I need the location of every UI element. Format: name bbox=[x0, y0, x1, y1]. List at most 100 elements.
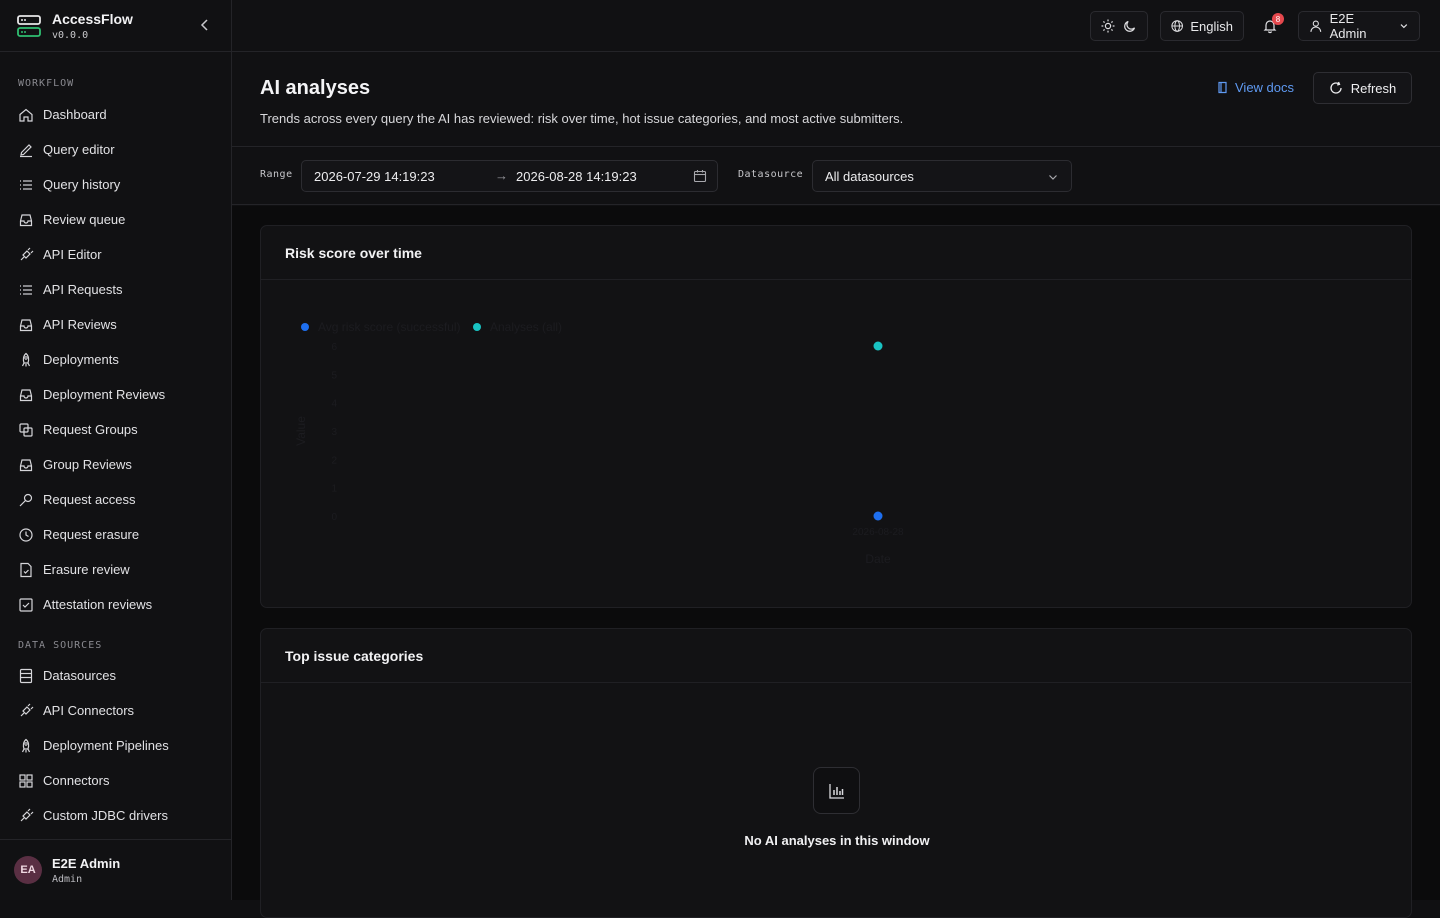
sidebar-item-label: Review queue bbox=[43, 212, 126, 227]
risk-score-card: Risk score over time Avg risk score (suc… bbox=[260, 225, 1412, 608]
checkbox-icon bbox=[19, 597, 33, 612]
sidebar-item-label: API Requests bbox=[43, 282, 123, 297]
sidebar-item-api-connectors[interactable]: API Connectors bbox=[0, 693, 231, 728]
view-docs-link[interactable]: View docs bbox=[1216, 80, 1294, 95]
sidebar-item-deployment-pipelines[interactable]: Deployment Pipelines bbox=[0, 728, 231, 763]
sidebar-item-label: API Connectors bbox=[43, 703, 135, 718]
y-axis-label: Value bbox=[294, 416, 308, 446]
sidebar-item-label: API Reviews bbox=[43, 317, 117, 332]
theme-toggle[interactable] bbox=[1090, 11, 1148, 41]
rocket-icon bbox=[21, 352, 31, 366]
page-title: AI analyses bbox=[260, 77, 371, 99]
section-label: DATA SOURCES bbox=[18, 640, 103, 651]
datasource-select[interactable]: All datasources bbox=[812, 160, 1072, 192]
sidebar-item-label: Request erasure bbox=[43, 527, 140, 542]
sidebar-item-request-groups[interactable]: Request Groups bbox=[0, 412, 231, 447]
sidebar-item-label: Custom JDBC drivers bbox=[43, 808, 168, 823]
risk-card-title: Risk score over time bbox=[261, 226, 1411, 280]
date-range-picker[interactable]: 2026-07-29 14:19:23 → 2026-08-28 14:19:2… bbox=[301, 160, 718, 192]
y-tick-label: 4 bbox=[331, 399, 337, 410]
page-header: AI analyses Trends across every query th… bbox=[232, 52, 1440, 147]
sidebar-item-group-reviews[interactable]: Group Reviews bbox=[0, 447, 231, 482]
sidebar-item-label: Erasure review bbox=[43, 562, 130, 577]
home-icon bbox=[19, 108, 33, 122]
user-name: E2E Admin bbox=[52, 855, 121, 871]
sidebar: AccessFlow v0.0.0 WORKFLOW Dashboard Query… bbox=[0, 0, 232, 900]
refresh-icon bbox=[1330, 81, 1342, 94]
user-role: Admin bbox=[52, 873, 83, 885]
pencil-icon bbox=[20, 143, 32, 157]
sidebar-item-label: Query history bbox=[43, 177, 121, 192]
sidebar-item-erasure-review[interactable]: Erasure review bbox=[0, 552, 231, 587]
sidebar-item-query-history[interactable]: Query history bbox=[0, 167, 231, 202]
globe-icon bbox=[1171, 20, 1183, 32]
book-icon bbox=[1218, 81, 1227, 94]
sidebar-item-attestation-reviews[interactable]: Attestation reviews bbox=[0, 587, 231, 622]
plug-icon bbox=[20, 247, 34, 260]
grid-icon bbox=[19, 773, 33, 788]
sun-icon[interactable] bbox=[1101, 19, 1115, 33]
sidebar-item-label: Datasources bbox=[43, 668, 116, 683]
main-content: Risk score over time Avg risk score (suc… bbox=[232, 206, 1440, 918]
datasource-label: Datasource bbox=[738, 169, 804, 180]
plug-icon bbox=[20, 808, 34, 821]
legend-marker bbox=[301, 323, 309, 331]
calendar-icon[interactable] bbox=[693, 169, 707, 183]
language-selector[interactable]: English bbox=[1160, 11, 1244, 41]
avatar: EA bbox=[14, 856, 42, 884]
topbar: English 8 E2E Admin bbox=[232, 0, 1440, 52]
list-icon bbox=[20, 284, 32, 295]
sidebar-item-api-reviews[interactable]: API Reviews bbox=[0, 307, 231, 342]
y-tick-label: 5 bbox=[331, 370, 337, 381]
inbox-icon bbox=[19, 388, 33, 401]
app-logo-icon bbox=[17, 14, 41, 37]
range-end-input[interactable]: 2026-08-28 14:19:23 bbox=[516, 169, 637, 184]
list-icon bbox=[20, 179, 32, 190]
sidebar-item-label: Deployment Pipelines bbox=[43, 738, 169, 753]
sidebar-item-label: Request access bbox=[43, 492, 136, 507]
y-tick-label: 2 bbox=[331, 455, 337, 466]
sidebar-item-review-queue[interactable]: Review queue bbox=[0, 202, 231, 237]
inbox-icon bbox=[19, 213, 33, 226]
collapse-sidebar-icon[interactable] bbox=[197, 17, 213, 33]
section-label: WORKFLOW bbox=[18, 78, 75, 89]
brand: AccessFlow v0.0.0 bbox=[0, 0, 231, 52]
sidebar-item-label: Deployment Reviews bbox=[43, 387, 166, 402]
legend-label: Analyses (all) bbox=[490, 320, 562, 334]
range-start-input[interactable]: 2026-07-29 14:19:23 bbox=[314, 169, 435, 184]
refresh-button[interactable]: Refresh bbox=[1313, 72, 1412, 104]
range-arrow-icon: → bbox=[495, 168, 508, 183]
sidebar-item-request-access[interactable]: Request access bbox=[0, 482, 231, 517]
language-label: English bbox=[1190, 18, 1233, 34]
sidebar-item-label: Query editor bbox=[43, 142, 115, 157]
plug-icon bbox=[20, 703, 34, 716]
sidebar-item-label: Request Groups bbox=[43, 422, 138, 437]
sidebar-item-label: Attestation reviews bbox=[43, 597, 153, 612]
sidebar-item-deployments[interactable]: Deployments bbox=[0, 342, 231, 377]
moon-icon[interactable] bbox=[1123, 19, 1137, 33]
view-docs-label: View docs bbox=[1235, 80, 1295, 95]
sidebar-item-query-editor[interactable]: Query editor bbox=[0, 132, 231, 167]
issues-empty-state: No AI analyses in this window bbox=[261, 683, 1411, 917]
sidebar-item-label: Deployments bbox=[43, 352, 119, 367]
risk-chart: Avg risk score (successful) Analyses (all… bbox=[261, 280, 1411, 607]
sidebar-item-connectors[interactable]: Connectors bbox=[0, 763, 231, 798]
sidebar-item-dashboard[interactable]: Dashboard bbox=[0, 97, 231, 132]
user-profile[interactable]: EA E2E Admin Admin bbox=[0, 839, 231, 900]
user-menu[interactable]: E2E Admin bbox=[1298, 11, 1420, 41]
y-tick-label: 3 bbox=[331, 427, 337, 438]
sidebar-item-request-erasure[interactable]: Request erasure bbox=[0, 517, 231, 552]
inbox-icon bbox=[19, 318, 33, 331]
sidebar-item-custom-jdbc-drivers[interactable]: Custom JDBC drivers bbox=[0, 798, 231, 833]
sidebar-nav: WORKFLOW Dashboard Query editor Query histo… bbox=[0, 78, 231, 833]
sidebar-item-deployment-reviews[interactable]: Deployment Reviews bbox=[0, 377, 231, 412]
sidebar-item-datasources[interactable]: Datasources bbox=[0, 658, 231, 693]
file-check-icon bbox=[20, 562, 32, 577]
sidebar-item-api-editor[interactable]: API Editor bbox=[0, 237, 231, 272]
sidebar-item-label: Connectors bbox=[43, 773, 110, 788]
data-point bbox=[873, 511, 883, 521]
risk-chart-svg: Avg risk score (successful) Analyses (all… bbox=[294, 320, 904, 566]
y-tick-label: 6 bbox=[331, 342, 337, 353]
app-name: AccessFlow bbox=[52, 10, 133, 27]
sidebar-item-api-requests[interactable]: API Requests bbox=[0, 272, 231, 307]
